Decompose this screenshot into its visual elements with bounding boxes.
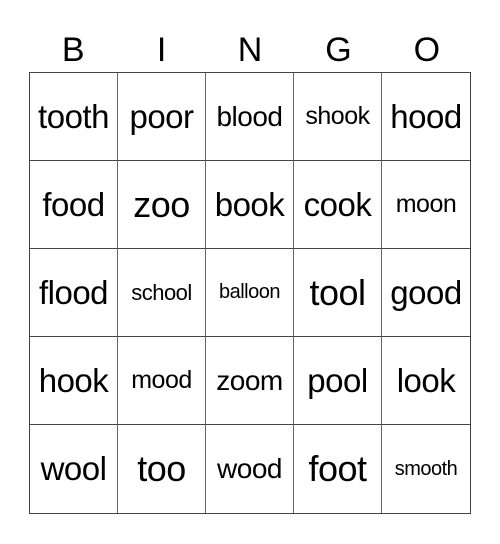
bingo-cell[interactable]: tool	[294, 249, 382, 337]
bingo-cell[interactable]: moon	[382, 161, 470, 249]
bingo-cell[interactable]: zoo	[118, 161, 206, 249]
bingo-cell[interactable]: look	[382, 337, 470, 425]
header-letter-i: I	[156, 31, 167, 69]
bingo-cell[interactable]: mood	[118, 337, 206, 425]
bingo-cell[interactable]: balloon	[206, 249, 294, 337]
bingo-cell[interactable]: zoom	[206, 337, 294, 425]
bingo-cell[interactable]: food	[30, 161, 118, 249]
bingo-cell[interactable]: shook	[294, 73, 382, 161]
header-letter-o: O	[413, 31, 441, 69]
bingo-cell[interactable]: blood	[206, 73, 294, 161]
bingo-cell[interactable]: tooth	[30, 73, 118, 161]
bingo-cell[interactable]: good	[382, 249, 470, 337]
bingo-header: B I N G O	[29, 28, 471, 72]
bingo-cell[interactable]: wood	[206, 425, 294, 513]
bingo-cell[interactable]: wool	[30, 425, 118, 513]
bingo-cell[interactable]: school	[118, 249, 206, 337]
bingo-cell[interactable]: book	[206, 161, 294, 249]
bingo-cell[interactable]: flood	[30, 249, 118, 337]
bingo-cell[interactable]: foot	[294, 425, 382, 513]
bingo-cell[interactable]: smooth	[382, 425, 470, 513]
bingo-cell[interactable]: pool	[294, 337, 382, 425]
header-letter-g: G	[325, 31, 352, 69]
header-letter-b: B	[61, 31, 85, 69]
bingo-cell[interactable]: hook	[30, 337, 118, 425]
bingo-cell[interactable]: too	[118, 425, 206, 513]
bingo-cell[interactable]: cook	[294, 161, 382, 249]
bingo-cell[interactable]: poor	[118, 73, 206, 161]
bingo-cell[interactable]: hood	[382, 73, 470, 161]
header-letter-n: N	[237, 31, 263, 69]
bingo-grid: tooth poor blood shook hood food zoo boo…	[29, 72, 471, 514]
